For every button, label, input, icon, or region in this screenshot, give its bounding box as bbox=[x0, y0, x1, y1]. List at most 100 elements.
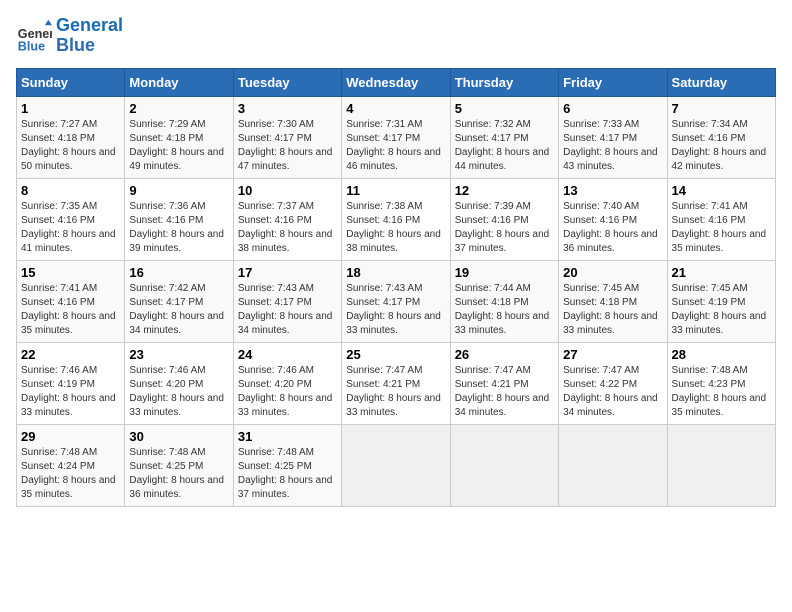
calendar-cell: 4 Sunrise: 7:31 AM Sunset: 4:17 PM Dayli… bbox=[342, 96, 450, 178]
calendar-cell: 27 Sunrise: 7:47 AM Sunset: 4:22 PM Dayl… bbox=[559, 342, 667, 424]
col-header-wednesday: Wednesday bbox=[342, 68, 450, 96]
day-number: 19 bbox=[455, 265, 554, 280]
day-info: Sunrise: 7:48 AM Sunset: 4:25 PM Dayligh… bbox=[238, 446, 337, 502]
calendar-cell: 22 Sunrise: 7:46 AM Sunset: 4:19 PM Dayl… bbox=[17, 342, 125, 424]
day-number: 8 bbox=[21, 183, 120, 198]
day-number: 22 bbox=[21, 347, 120, 362]
calendar-cell: 24 Sunrise: 7:46 AM Sunset: 4:20 PM Dayl… bbox=[233, 342, 341, 424]
calendar-cell: 7 Sunrise: 7:34 AM Sunset: 4:16 PM Dayli… bbox=[667, 96, 775, 178]
day-info: Sunrise: 7:41 AM Sunset: 4:16 PM Dayligh… bbox=[21, 282, 120, 338]
col-header-saturday: Saturday bbox=[667, 68, 775, 96]
day-info: Sunrise: 7:47 AM Sunset: 4:21 PM Dayligh… bbox=[346, 364, 445, 420]
calendar-cell: 5 Sunrise: 7:32 AM Sunset: 4:17 PM Dayli… bbox=[450, 96, 558, 178]
day-number: 4 bbox=[346, 101, 445, 116]
day-number: 21 bbox=[672, 265, 771, 280]
col-header-sunday: Sunday bbox=[17, 68, 125, 96]
logo-text: GeneralBlue bbox=[56, 16, 123, 56]
day-number: 3 bbox=[238, 101, 337, 116]
day-info: Sunrise: 7:36 AM Sunset: 4:16 PM Dayligh… bbox=[129, 200, 228, 256]
day-info: Sunrise: 7:43 AM Sunset: 4:17 PM Dayligh… bbox=[238, 282, 337, 338]
day-number: 26 bbox=[455, 347, 554, 362]
calendar-table: SundayMondayTuesdayWednesdayThursdayFrid… bbox=[16, 68, 776, 507]
calendar-cell: 31 Sunrise: 7:48 AM Sunset: 4:25 PM Dayl… bbox=[233, 424, 341, 506]
col-header-tuesday: Tuesday bbox=[233, 68, 341, 96]
day-number: 30 bbox=[129, 429, 228, 444]
day-number: 6 bbox=[563, 101, 662, 116]
calendar-week-0: 1 Sunrise: 7:27 AM Sunset: 4:18 PM Dayli… bbox=[17, 96, 776, 178]
day-info: Sunrise: 7:33 AM Sunset: 4:17 PM Dayligh… bbox=[563, 118, 662, 174]
day-info: Sunrise: 7:43 AM Sunset: 4:17 PM Dayligh… bbox=[346, 282, 445, 338]
calendar-week-4: 29 Sunrise: 7:48 AM Sunset: 4:24 PM Dayl… bbox=[17, 424, 776, 506]
day-number: 13 bbox=[563, 183, 662, 198]
day-info: Sunrise: 7:29 AM Sunset: 4:18 PM Dayligh… bbox=[129, 118, 228, 174]
day-number: 24 bbox=[238, 347, 337, 362]
logo-icon: General Blue bbox=[16, 18, 52, 54]
page-header: General Blue GeneralBlue bbox=[16, 16, 776, 56]
calendar-cell: 14 Sunrise: 7:41 AM Sunset: 4:16 PM Dayl… bbox=[667, 178, 775, 260]
day-info: Sunrise: 7:37 AM Sunset: 4:16 PM Dayligh… bbox=[238, 200, 337, 256]
day-number: 27 bbox=[563, 347, 662, 362]
day-number: 20 bbox=[563, 265, 662, 280]
day-info: Sunrise: 7:27 AM Sunset: 4:18 PM Dayligh… bbox=[21, 118, 120, 174]
day-info: Sunrise: 7:32 AM Sunset: 4:17 PM Dayligh… bbox=[455, 118, 554, 174]
calendar-cell bbox=[450, 424, 558, 506]
calendar-cell bbox=[667, 424, 775, 506]
day-number: 15 bbox=[21, 265, 120, 280]
logo: General Blue GeneralBlue bbox=[16, 16, 123, 56]
day-info: Sunrise: 7:48 AM Sunset: 4:23 PM Dayligh… bbox=[672, 364, 771, 420]
day-number: 5 bbox=[455, 101, 554, 116]
calendar-cell: 3 Sunrise: 7:30 AM Sunset: 4:17 PM Dayli… bbox=[233, 96, 341, 178]
calendar-header-row: SundayMondayTuesdayWednesdayThursdayFrid… bbox=[17, 68, 776, 96]
day-number: 10 bbox=[238, 183, 337, 198]
day-info: Sunrise: 7:45 AM Sunset: 4:19 PM Dayligh… bbox=[672, 282, 771, 338]
day-info: Sunrise: 7:39 AM Sunset: 4:16 PM Dayligh… bbox=[455, 200, 554, 256]
day-info: Sunrise: 7:46 AM Sunset: 4:20 PM Dayligh… bbox=[238, 364, 337, 420]
calendar-cell: 2 Sunrise: 7:29 AM Sunset: 4:18 PM Dayli… bbox=[125, 96, 233, 178]
calendar-week-2: 15 Sunrise: 7:41 AM Sunset: 4:16 PM Dayl… bbox=[17, 260, 776, 342]
day-number: 17 bbox=[238, 265, 337, 280]
calendar-cell: 11 Sunrise: 7:38 AM Sunset: 4:16 PM Dayl… bbox=[342, 178, 450, 260]
day-info: Sunrise: 7:47 AM Sunset: 4:22 PM Dayligh… bbox=[563, 364, 662, 420]
calendar-body: 1 Sunrise: 7:27 AM Sunset: 4:18 PM Dayli… bbox=[17, 96, 776, 506]
calendar-cell: 19 Sunrise: 7:44 AM Sunset: 4:18 PM Dayl… bbox=[450, 260, 558, 342]
calendar-cell: 28 Sunrise: 7:48 AM Sunset: 4:23 PM Dayl… bbox=[667, 342, 775, 424]
day-number: 2 bbox=[129, 101, 228, 116]
day-number: 1 bbox=[21, 101, 120, 116]
day-info: Sunrise: 7:48 AM Sunset: 4:25 PM Dayligh… bbox=[129, 446, 228, 502]
day-number: 11 bbox=[346, 183, 445, 198]
calendar-cell: 10 Sunrise: 7:37 AM Sunset: 4:16 PM Dayl… bbox=[233, 178, 341, 260]
day-info: Sunrise: 7:44 AM Sunset: 4:18 PM Dayligh… bbox=[455, 282, 554, 338]
calendar-cell: 29 Sunrise: 7:48 AM Sunset: 4:24 PM Dayl… bbox=[17, 424, 125, 506]
day-number: 14 bbox=[672, 183, 771, 198]
col-header-thursday: Thursday bbox=[450, 68, 558, 96]
calendar-cell: 18 Sunrise: 7:43 AM Sunset: 4:17 PM Dayl… bbox=[342, 260, 450, 342]
calendar-cell: 1 Sunrise: 7:27 AM Sunset: 4:18 PM Dayli… bbox=[17, 96, 125, 178]
day-number: 25 bbox=[346, 347, 445, 362]
calendar-cell: 21 Sunrise: 7:45 AM Sunset: 4:19 PM Dayl… bbox=[667, 260, 775, 342]
col-header-friday: Friday bbox=[559, 68, 667, 96]
day-number: 9 bbox=[129, 183, 228, 198]
day-info: Sunrise: 7:46 AM Sunset: 4:20 PM Dayligh… bbox=[129, 364, 228, 420]
calendar-cell: 15 Sunrise: 7:41 AM Sunset: 4:16 PM Dayl… bbox=[17, 260, 125, 342]
day-info: Sunrise: 7:47 AM Sunset: 4:21 PM Dayligh… bbox=[455, 364, 554, 420]
calendar-cell: 9 Sunrise: 7:36 AM Sunset: 4:16 PM Dayli… bbox=[125, 178, 233, 260]
day-info: Sunrise: 7:31 AM Sunset: 4:17 PM Dayligh… bbox=[346, 118, 445, 174]
day-info: Sunrise: 7:34 AM Sunset: 4:16 PM Dayligh… bbox=[672, 118, 771, 174]
calendar-cell bbox=[342, 424, 450, 506]
calendar-cell: 6 Sunrise: 7:33 AM Sunset: 4:17 PM Dayli… bbox=[559, 96, 667, 178]
day-info: Sunrise: 7:48 AM Sunset: 4:24 PM Dayligh… bbox=[21, 446, 120, 502]
calendar-week-3: 22 Sunrise: 7:46 AM Sunset: 4:19 PM Dayl… bbox=[17, 342, 776, 424]
calendar-cell: 30 Sunrise: 7:48 AM Sunset: 4:25 PM Dayl… bbox=[125, 424, 233, 506]
day-info: Sunrise: 7:30 AM Sunset: 4:17 PM Dayligh… bbox=[238, 118, 337, 174]
calendar-cell: 25 Sunrise: 7:47 AM Sunset: 4:21 PM Dayl… bbox=[342, 342, 450, 424]
day-info: Sunrise: 7:41 AM Sunset: 4:16 PM Dayligh… bbox=[672, 200, 771, 256]
day-number: 23 bbox=[129, 347, 228, 362]
day-number: 28 bbox=[672, 347, 771, 362]
day-number: 12 bbox=[455, 183, 554, 198]
calendar-cell: 20 Sunrise: 7:45 AM Sunset: 4:18 PM Dayl… bbox=[559, 260, 667, 342]
day-number: 18 bbox=[346, 265, 445, 280]
calendar-cell: 13 Sunrise: 7:40 AM Sunset: 4:16 PM Dayl… bbox=[559, 178, 667, 260]
calendar-cell: 8 Sunrise: 7:35 AM Sunset: 4:16 PM Dayli… bbox=[17, 178, 125, 260]
day-info: Sunrise: 7:40 AM Sunset: 4:16 PM Dayligh… bbox=[563, 200, 662, 256]
calendar-cell bbox=[559, 424, 667, 506]
